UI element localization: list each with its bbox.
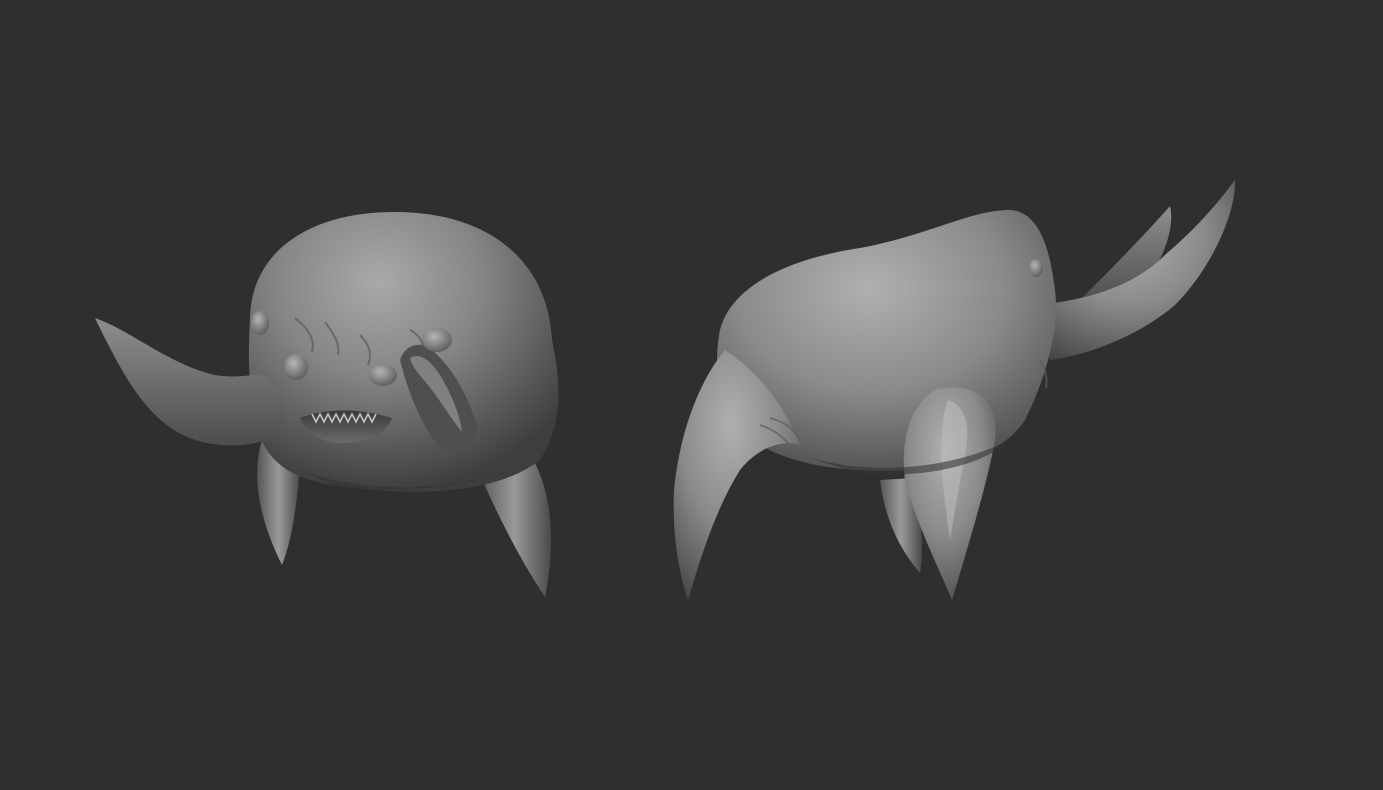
front-view-body [248,212,559,492]
creature-side-view[interactable] [673,180,1236,600]
viewport-canvas [95,180,1236,600]
side-view-eye [1029,259,1043,277]
front-view-eye-lower-left [284,354,308,380]
front-view-eye-upper-left [251,311,269,335]
front-view-eye-upper-right [422,328,452,352]
sculpt-viewport[interactable] [0,0,1383,790]
creature-front-view[interactable] [95,212,559,597]
front-view-eye-lower-right [369,364,397,386]
